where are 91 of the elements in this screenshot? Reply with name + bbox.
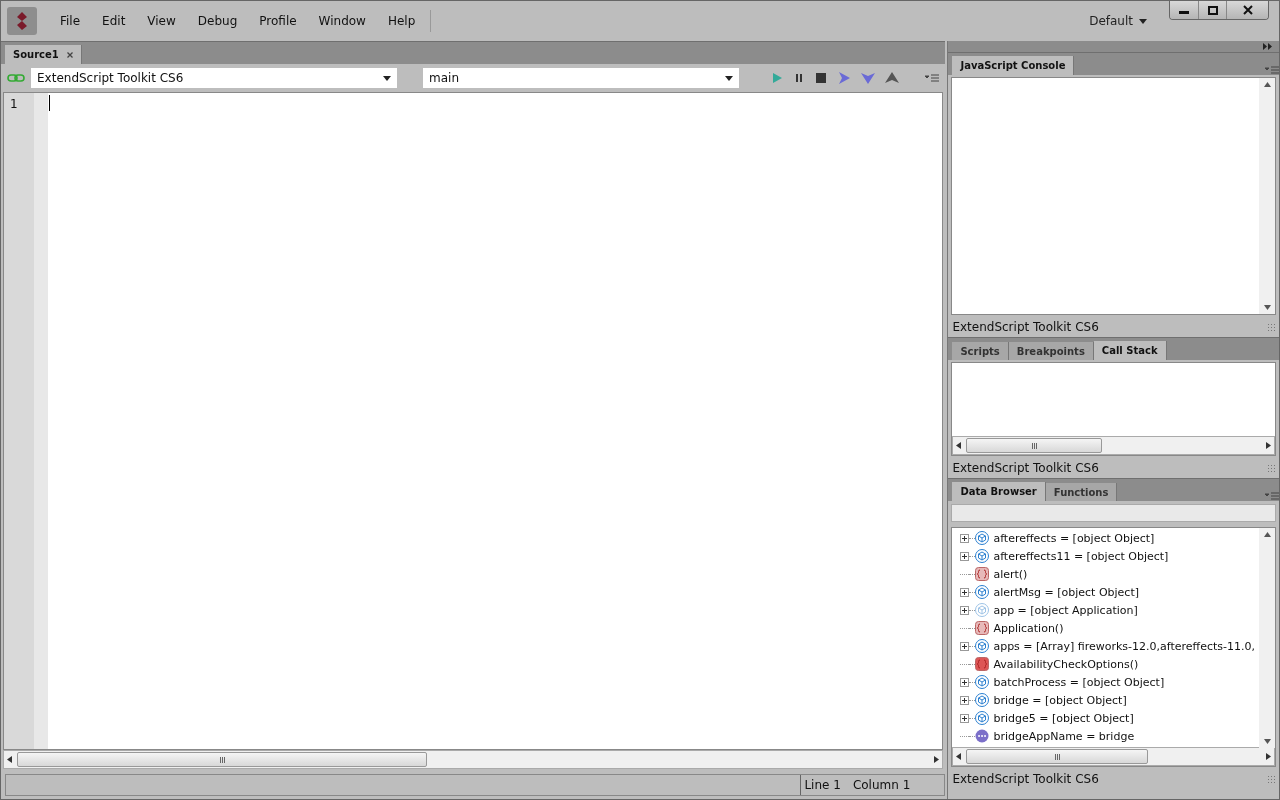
menu-item[interactable]: File <box>49 14 92 28</box>
menu-item[interactable]: Window <box>307 14 377 28</box>
cube-icon <box>975 711 990 725</box>
scroll-up-icon[interactable] <box>1263 532 1271 537</box>
expand-icon[interactable] <box>960 551 970 561</box>
step-out-icon[interactable] <box>885 72 900 84</box>
panel-tab[interactable]: JavaScript Console <box>952 56 1075 75</box>
tree-item[interactable]: batchProcess = [object Object] <box>960 673 1255 691</box>
status-line: Line 1 <box>804 778 841 792</box>
panel-menu-icon[interactable] <box>925 73 940 83</box>
expand-icon[interactable] <box>960 533 970 543</box>
horizontal-scrollbar[interactable] <box>3 750 944 769</box>
panel-menu-icon[interactable] <box>1265 492 1279 501</box>
tree-item[interactable]: aftereffects11 = [object Object] <box>960 547 1255 565</box>
expand-icon[interactable] <box>960 587 970 597</box>
collapse-panel-icon[interactable] <box>1263 43 1273 50</box>
expand-icon[interactable] <box>960 695 970 705</box>
cube-icon <box>975 603 990 617</box>
dropdown-caret-icon <box>725 75 733 81</box>
close-icon <box>1242 5 1253 15</box>
dots-icon <box>975 729 990 743</box>
panel-tab[interactable]: Scripts <box>952 342 1009 360</box>
vertical-scrollbar[interactable] <box>1259 528 1275 748</box>
close-tab-icon[interactable] <box>66 51 73 58</box>
expand-icon[interactable] <box>960 713 970 723</box>
dropdown-caret-icon <box>383 75 391 81</box>
horizontal-scrollbar[interactable] <box>952 436 1275 455</box>
tree-item[interactable]: bridgeAppName = bridge <box>960 727 1255 745</box>
expand-icon[interactable] <box>960 641 970 651</box>
cube-icon <box>975 549 990 563</box>
tree-item[interactable]: bridge = [object Object] <box>960 691 1255 709</box>
engine-dropdown[interactable]: main <box>423 68 739 88</box>
cube-icon <box>975 693 990 707</box>
scroll-down-icon[interactable] <box>1263 739 1271 744</box>
expand-icon[interactable] <box>960 605 970 615</box>
panel-menu-icon[interactable] <box>1265 66 1279 75</box>
scroll-down-icon[interactable] <box>1263 305 1271 310</box>
tree-item[interactable]: alertMsg = [object Object] <box>960 583 1255 601</box>
panel-tab[interactable]: Data Browser <box>952 482 1046 501</box>
panel-tab[interactable]: Functions <box>1045 483 1118 501</box>
horizontal-scrollbar[interactable] <box>952 747 1275 766</box>
filter-field[interactable] <box>951 504 1276 522</box>
vertical-scrollbar[interactable] <box>1259 78 1275 314</box>
panel-tab[interactable]: Call Stack <box>1093 341 1167 360</box>
grip-icon <box>219 756 225 763</box>
scroll-left-icon[interactable] <box>7 756 13 763</box>
braces-icon <box>975 657 990 671</box>
grip-icon <box>1054 753 1060 760</box>
target-label: ExtendScript Toolkit CS6 <box>952 461 1099 475</box>
text-cursor <box>49 95 50 111</box>
menu-item[interactable]: View <box>136 14 187 28</box>
maximize-icon <box>1207 5 1218 15</box>
menu-item[interactable]: Profile <box>248 14 308 28</box>
scroll-right-icon[interactable] <box>1265 753 1271 760</box>
stop-icon[interactable] <box>815 72 828 84</box>
line-number: 1 <box>10 97 19 111</box>
close-button[interactable] <box>1226 1 1268 19</box>
tree-item[interactable]: apps = [Array] fireworks-12.0,aftereffects-11.0, <box>960 637 1255 655</box>
scroll-left-icon[interactable] <box>956 442 963 449</box>
maximize-button[interactable] <box>1198 1 1226 19</box>
dropdown-caret-icon <box>1139 18 1147 24</box>
target-label: ExtendScript Toolkit CS6 <box>952 320 1099 334</box>
tree-item[interactable]: app = [object Application] <box>960 601 1255 619</box>
workspace-dropdown[interactable]: Default <box>1083 13 1153 29</box>
menu-item[interactable]: Edit <box>91 14 137 28</box>
tree-item[interactable]: AvailabilityCheckOptions() <box>960 655 1255 673</box>
tree-item[interactable]: alert() <box>960 565 1255 583</box>
grip-icon <box>1031 442 1037 449</box>
scroll-right-icon[interactable] <box>933 756 940 763</box>
cube-icon <box>975 585 990 599</box>
expand-icon[interactable] <box>960 677 970 687</box>
minimize-button[interactable] <box>1170 1 1198 19</box>
data-tree[interactable] <box>951 527 1276 767</box>
cube-icon <box>975 531 990 545</box>
status-column: Column 1 <box>852 778 911 792</box>
braces-icon <box>975 567 990 581</box>
cube-icon <box>975 675 990 689</box>
cube-icon <box>975 639 990 653</box>
target-label: ExtendScript Toolkit CS6 <box>952 772 1099 786</box>
tree-item[interactable]: bridge5 = [object Object] <box>960 709 1255 727</box>
document-tab[interactable]: Source1 <box>5 45 82 64</box>
panel-tab[interactable]: Breakpoints <box>1008 342 1094 360</box>
braces-icon <box>975 621 990 635</box>
tree-item[interactable]: Application() <box>960 619 1255 637</box>
tree-item[interactable]: aftereffects = [object Object] <box>960 529 1255 547</box>
menu-item[interactable]: Debug <box>186 14 249 28</box>
target-dropdown[interactable]: ExtendScript Toolkit CS6 <box>31 68 397 88</box>
scroll-left-icon[interactable] <box>956 753 963 760</box>
menu-item[interactable]: Help <box>376 14 427 28</box>
scroll-up-icon[interactable] <box>1263 82 1271 87</box>
scroll-right-icon[interactable] <box>1265 442 1271 449</box>
